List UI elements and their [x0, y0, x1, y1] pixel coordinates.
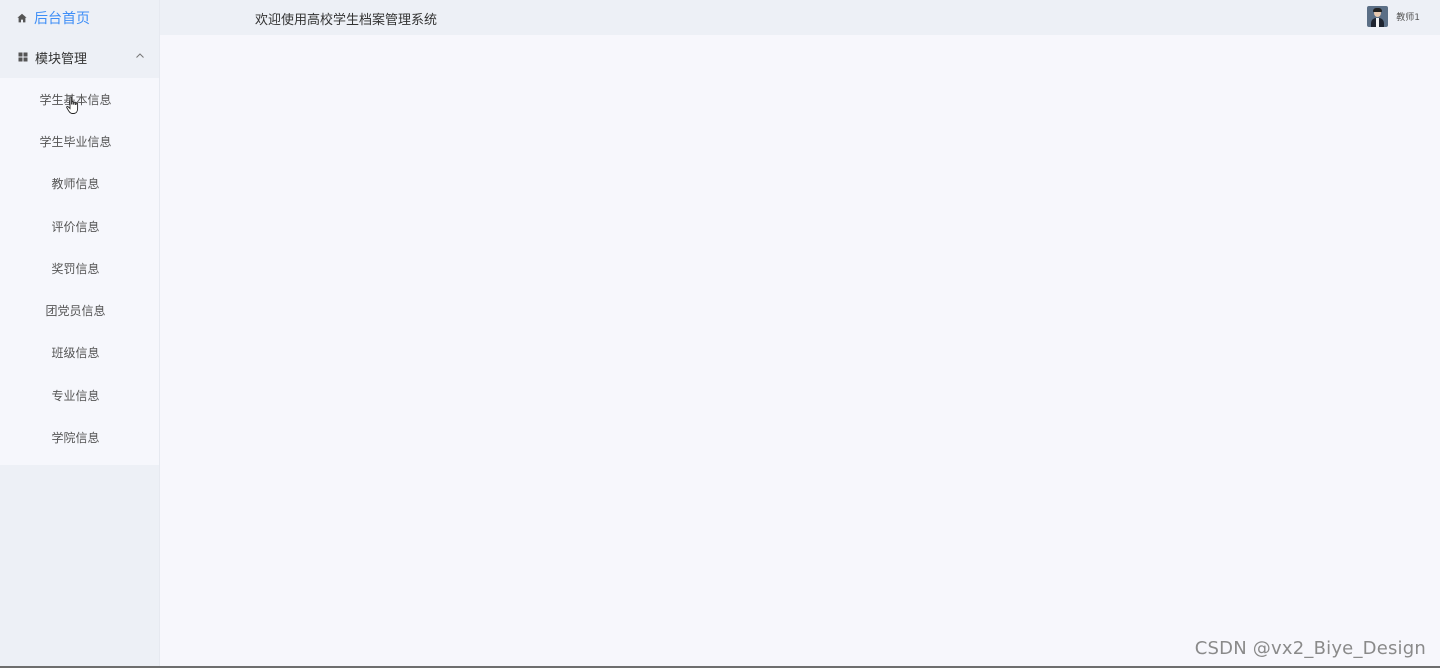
app-root: 后台首页 模块管理 学生基本信息 学生毕业信息 教师信息 评价信息 奖罚信息 团… [0, 0, 1440, 668]
sidebar-module-label: 模块管理 [35, 51, 88, 67]
sidebar-item-league-party[interactable]: 团党员信息 [0, 289, 159, 331]
sidebar-home-label: 后台首页 [34, 11, 90, 27]
sidebar-item-teacher[interactable]: 教师信息 [0, 163, 159, 205]
avatar [1367, 6, 1389, 27]
home-icon [17, 13, 27, 23]
sidebar-item-home[interactable]: 后台首页 [0, 0, 159, 36]
user-menu[interactable]: 教师1 [1367, 6, 1420, 27]
user-name: 教师1 [1396, 13, 1420, 23]
grid-icon [18, 52, 28, 62]
sidebar-item-reward-punishment[interactable]: 奖罚信息 [0, 247, 159, 289]
top-bar: 欢迎使用高校学生档案管理系统 教师1 [160, 0, 1440, 35]
main-content [160, 35, 1440, 666]
avatar-shirt [1376, 18, 1380, 27]
sidebar-module-toggle[interactable]: 模块管理 [0, 36, 159, 78]
avatar-hair [1373, 8, 1383, 12]
sidebar: 后台首页 模块管理 学生基本信息 学生毕业信息 教师信息 评价信息 奖罚信息 团… [0, 0, 160, 666]
chevron-up-icon [136, 53, 144, 58]
sidebar-item-evaluation[interactable]: 评价信息 [0, 205, 159, 247]
sidebar-item-class[interactable]: 班级信息 [0, 332, 159, 374]
hand-cursor-icon [66, 96, 79, 114]
sidebar-item-college[interactable]: 学院信息 [0, 416, 159, 458]
welcome-text: 欢迎使用高校学生档案管理系统 [255, 13, 438, 28]
watermark: CSDN @vx2_Biye_Design [1194, 638, 1426, 659]
sidebar-item-student-graduation[interactable]: 学生毕业信息 [0, 120, 159, 162]
sidebar-submenu: 学生基本信息 学生毕业信息 教师信息 评价信息 奖罚信息 团党员信息 班级信息 … [0, 78, 159, 465]
sidebar-item-major[interactable]: 专业信息 [0, 374, 159, 416]
